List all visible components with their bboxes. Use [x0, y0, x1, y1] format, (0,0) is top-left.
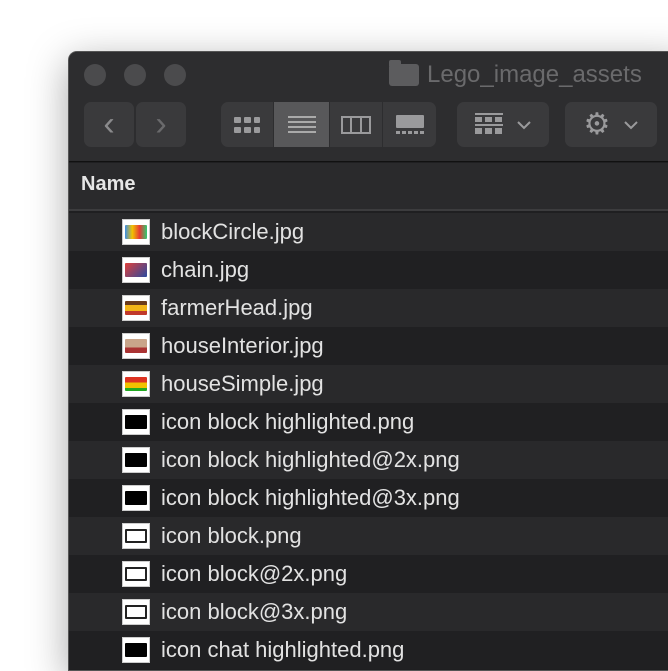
file-name: icon block@3x.png	[161, 599, 348, 624]
list-icon	[287, 115, 316, 133]
column-header-name[interactable]: Name	[69, 163, 668, 211]
file-row[interactable]: icon block.png	[69, 517, 668, 555]
file-thumbnail-icon	[122, 257, 150, 283]
back-button[interactable]: ‹	[84, 102, 134, 147]
file-name: icon chat highlighted.png	[161, 637, 405, 662]
file-thumbnail-icon	[122, 409, 150, 435]
file-row[interactable]: farmerHead.jpg	[69, 289, 668, 327]
file-name: houseInterior.jpg	[161, 333, 324, 358]
action-menu-button[interactable]: ⚙	[565, 102, 657, 147]
file-name: icon block highlighted@2x.png	[161, 447, 460, 472]
file-name: icon block highlighted.png	[161, 409, 415, 434]
chevron-down-icon	[517, 120, 531, 129]
file-row[interactable]: icon block@3x.png	[69, 593, 668, 631]
file-thumbnail-icon	[122, 561, 150, 587]
toolbar: Lego_image_assets ‹ › ⚙	[69, 52, 668, 162]
file-row[interactable]: blockCircle.jpg	[69, 213, 668, 251]
file-name: icon block.png	[161, 523, 302, 548]
file-name: houseSimple.jpg	[161, 371, 324, 396]
view-mode-selector	[221, 102, 436, 147]
gallery-view-button[interactable]	[383, 102, 436, 147]
chevron-right-icon: ›	[155, 105, 167, 143]
file-row[interactable]: icon block highlighted@2x.png	[69, 441, 668, 479]
icon-view-button[interactable]	[221, 102, 274, 147]
file-thumbnail-icon	[122, 333, 150, 359]
gallery-icon	[395, 114, 424, 134]
close-button[interactable]	[84, 64, 106, 86]
file-name: icon block@2x.png	[161, 561, 348, 586]
column-header-label: Name	[81, 173, 136, 195]
file-thumbnail-icon	[122, 371, 150, 397]
group-icon	[475, 112, 503, 134]
finder-window: Lego_image_assets ‹ › ⚙ Name blockCircle…	[68, 51, 668, 671]
grid-icon	[234, 116, 260, 133]
file-name: chain.jpg	[161, 257, 250, 282]
file-name: farmerHead.jpg	[161, 295, 313, 320]
file-list: blockCircle.jpg chain.jpg farmerHead.jpg ho…	[69, 213, 668, 669]
file-row[interactable]: icon block@2x.png	[69, 555, 668, 593]
file-name: icon block highlighted@3x.png	[161, 485, 460, 510]
chevron-down-icon	[624, 120, 639, 129]
file-thumbnail-icon	[122, 219, 150, 245]
group-by-button[interactable]	[457, 102, 549, 147]
file-thumbnail-icon	[122, 599, 150, 625]
forward-button[interactable]: ›	[136, 102, 186, 147]
zoom-button[interactable]	[164, 64, 186, 86]
file-row[interactable]: icon chat highlighted.png	[69, 631, 668, 669]
window-title: Lego_image_assets	[389, 60, 642, 89]
chevron-left-icon: ‹	[103, 105, 115, 143]
column-view-button[interactable]	[330, 102, 383, 147]
file-name: blockCircle.jpg	[161, 219, 305, 244]
file-row[interactable]: chain.jpg	[69, 251, 668, 289]
file-thumbnail-icon	[122, 485, 150, 511]
folder-icon	[389, 60, 419, 86]
file-thumbnail-icon	[122, 447, 150, 473]
file-thumbnail-icon	[122, 295, 150, 321]
gear-icon: ⚙	[583, 108, 611, 141]
file-row[interactable]: houseInterior.jpg	[69, 327, 668, 365]
file-thumbnail-icon	[122, 637, 150, 663]
window-title-text: Lego_image_assets	[427, 61, 642, 88]
file-row[interactable]: icon block highlighted.png	[69, 403, 668, 441]
minimize-button[interactable]	[124, 64, 146, 86]
file-row[interactable]: houseSimple.jpg	[69, 365, 668, 403]
file-thumbnail-icon	[122, 523, 150, 549]
columns-icon	[341, 115, 371, 134]
file-row[interactable]: icon block highlighted@3x.png	[69, 479, 668, 517]
list-view-button[interactable]	[274, 102, 330, 147]
